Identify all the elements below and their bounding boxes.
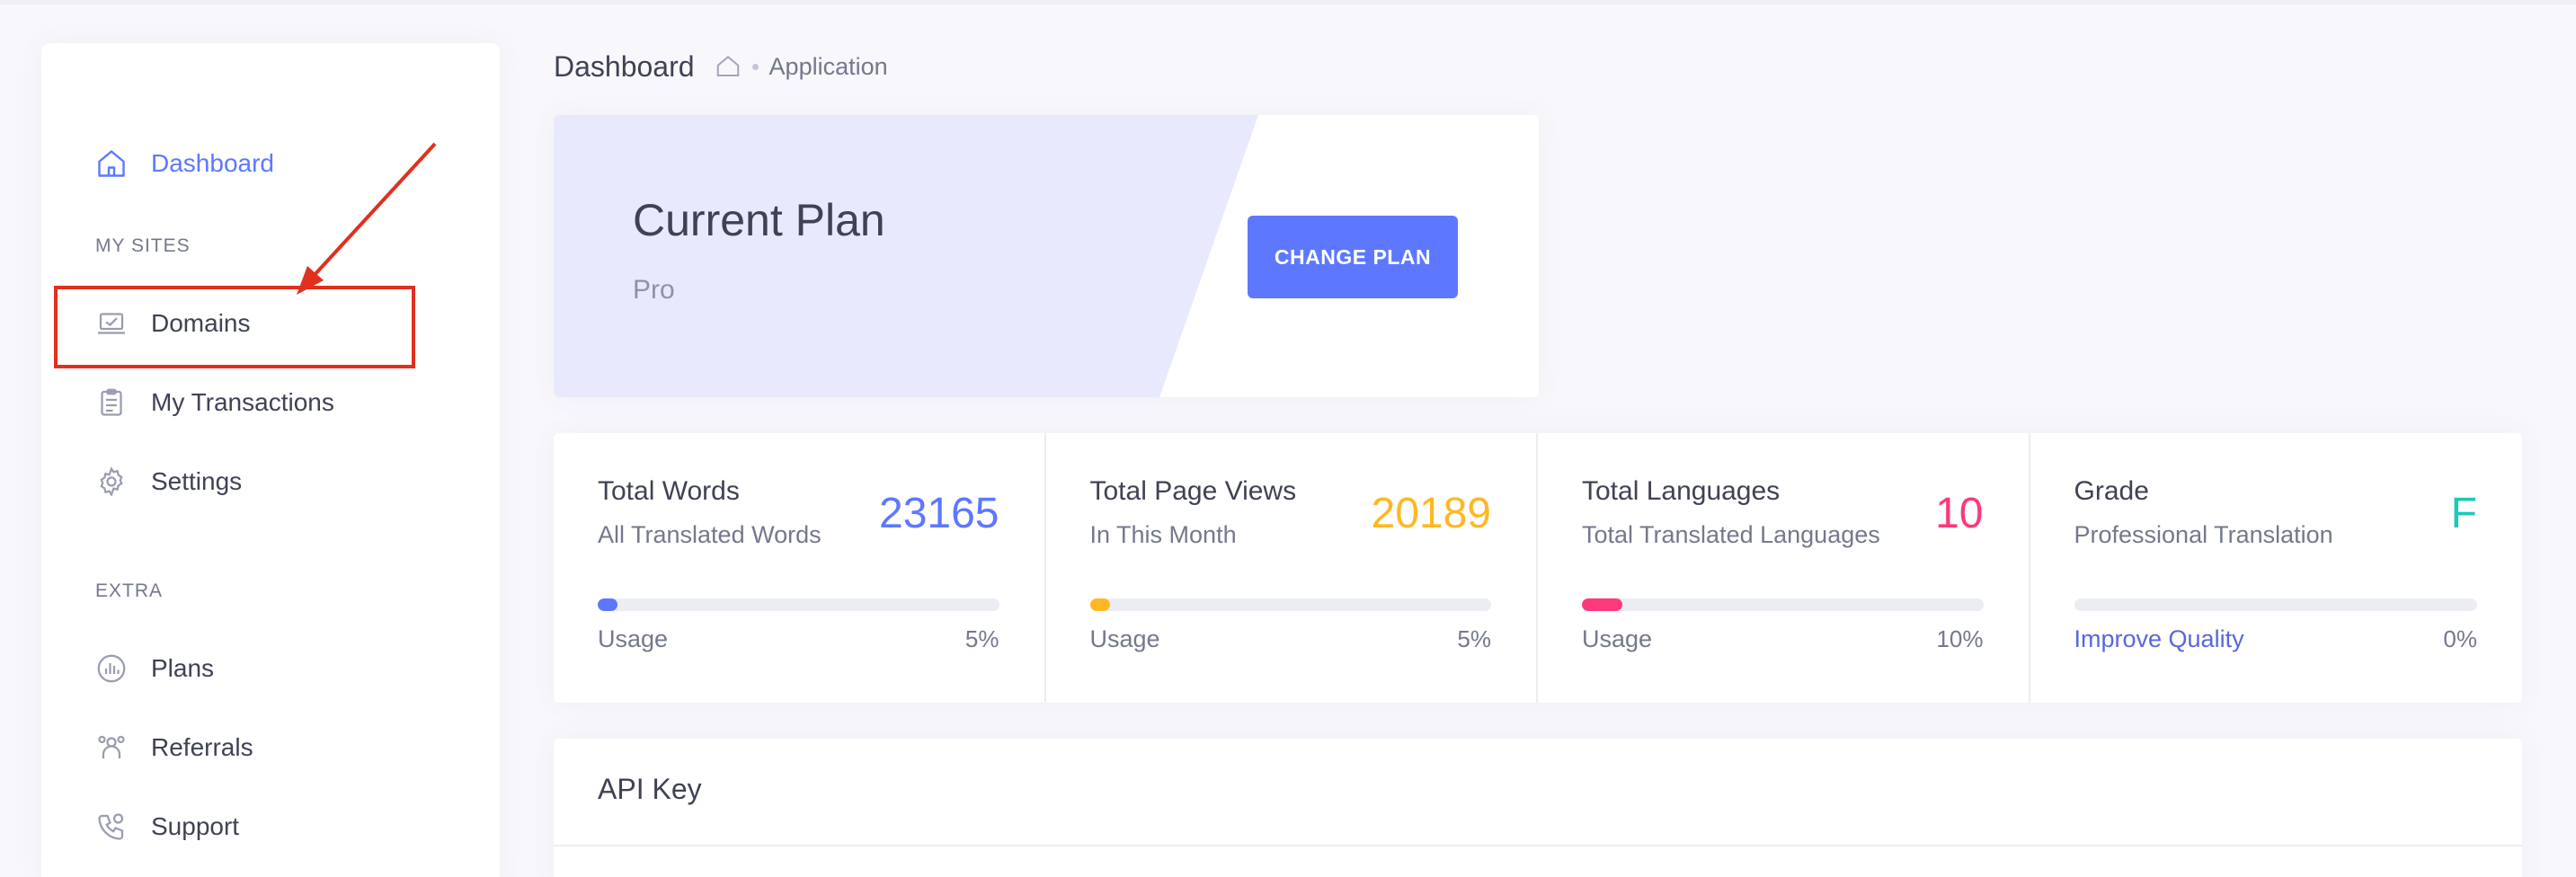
stat-value: 20189 (1371, 490, 1491, 537)
progress-bar (598, 598, 999, 611)
stat-subtitle: Total Translated Languages (1582, 521, 1880, 548)
stat-title: Total Words (598, 476, 740, 506)
sidebar-item-transactions[interactable]: My Transactions (93, 376, 334, 430)
stats-card: Total Words All Translated Words 23165 U… (554, 433, 2522, 703)
page-title: Dashboard (554, 49, 695, 83)
stat-title: Total Page Views (1089, 476, 1297, 506)
stat-subtitle: Professional Translation (2074, 521, 2333, 548)
stat-value: 10 (1935, 490, 1984, 537)
sidebar-item-settings[interactable]: Settings (93, 455, 242, 509)
stat-label: Usage (1582, 625, 1653, 652)
stat-total-words: Total Words All Translated Words 23165 U… (554, 433, 1046, 703)
stat-label: Usage (598, 625, 669, 652)
stat-percent: 5% (1457, 625, 1491, 652)
stat-total-page-views: Total Page Views In This Month 20189 Usa… (1046, 433, 1538, 703)
clipboard-icon (93, 385, 129, 421)
stat-grade: Grade Professional Translation F Improve… (2030, 433, 2523, 703)
current-plan-card: Current Plan Pro CHANGE PLAN (554, 115, 1539, 397)
stat-title: Grade (2074, 476, 2149, 506)
sidebar-item-label: Support (151, 812, 240, 840)
stat-subtitle: In This Month (1089, 521, 1237, 548)
sidebar-item-label: Dashboard (151, 149, 274, 177)
sidebar-item-dashboard[interactable]: Dashboard (93, 137, 274, 190)
section-label-extra: EXTRA (95, 580, 164, 601)
gear-icon (93, 464, 129, 500)
stat-value: F (2450, 490, 2477, 537)
progress-bar (1582, 598, 1984, 611)
breadcrumb-link-application[interactable]: Application (769, 53, 888, 81)
sidebar-item-label: Settings (151, 467, 243, 495)
sidebar-item-support[interactable]: Support (93, 800, 239, 854)
progress-bar-fill (1582, 598, 1622, 611)
phone-icon (93, 809, 129, 845)
sidebar-item-referrals[interactable]: Referrals (93, 721, 253, 775)
stat-value: 23165 (879, 490, 999, 537)
stat-total-languages: Total Languages Total Translated Languag… (1538, 433, 2030, 703)
home-icon[interactable] (715, 53, 742, 80)
api-key-card: API Key (554, 739, 2522, 877)
sidebar: Dashboard MY SITES Domains My Transactio… (41, 43, 500, 877)
section-label-my-sites: MY SITES (95, 235, 191, 256)
chart-circle-icon (93, 651, 129, 687)
sidebar-item-plans[interactable]: Plans (93, 642, 214, 695)
improve-quality-link[interactable]: Improve Quality (2074, 625, 2244, 653)
sidebar-item-label: Referrals (151, 733, 253, 761)
progress-bar (2074, 598, 2477, 611)
progress-bar-fill (1089, 598, 1110, 611)
users-icon (93, 730, 129, 766)
stat-title: Total Languages (1582, 476, 1781, 506)
sidebar-item-label: My Transactions (151, 388, 334, 416)
progress-bar-fill (598, 598, 618, 611)
stat-percent: 10% (1936, 625, 1984, 652)
divider (554, 845, 2522, 846)
sidebar-item-label: Plans (151, 654, 215, 682)
stat-label: Usage (1089, 625, 1160, 652)
top-border (0, 0, 2576, 4)
stat-percent: 5% (964, 625, 999, 652)
breadcrumb: Dashboard Application (554, 47, 888, 86)
home-icon (93, 146, 129, 182)
breadcrumb-separator (751, 63, 759, 70)
change-plan-button[interactable]: CHANGE PLAN (1248, 216, 1458, 298)
plan-title: Current Plan (633, 195, 885, 245)
stat-subtitle: All Translated Words (598, 521, 822, 548)
annotation-arrow-icon (297, 142, 437, 295)
progress-bar (1089, 598, 1491, 611)
plan-name: Pro (633, 275, 675, 305)
stat-percent: 0% (2443, 625, 2477, 652)
api-key-title: API Key (598, 773, 702, 805)
